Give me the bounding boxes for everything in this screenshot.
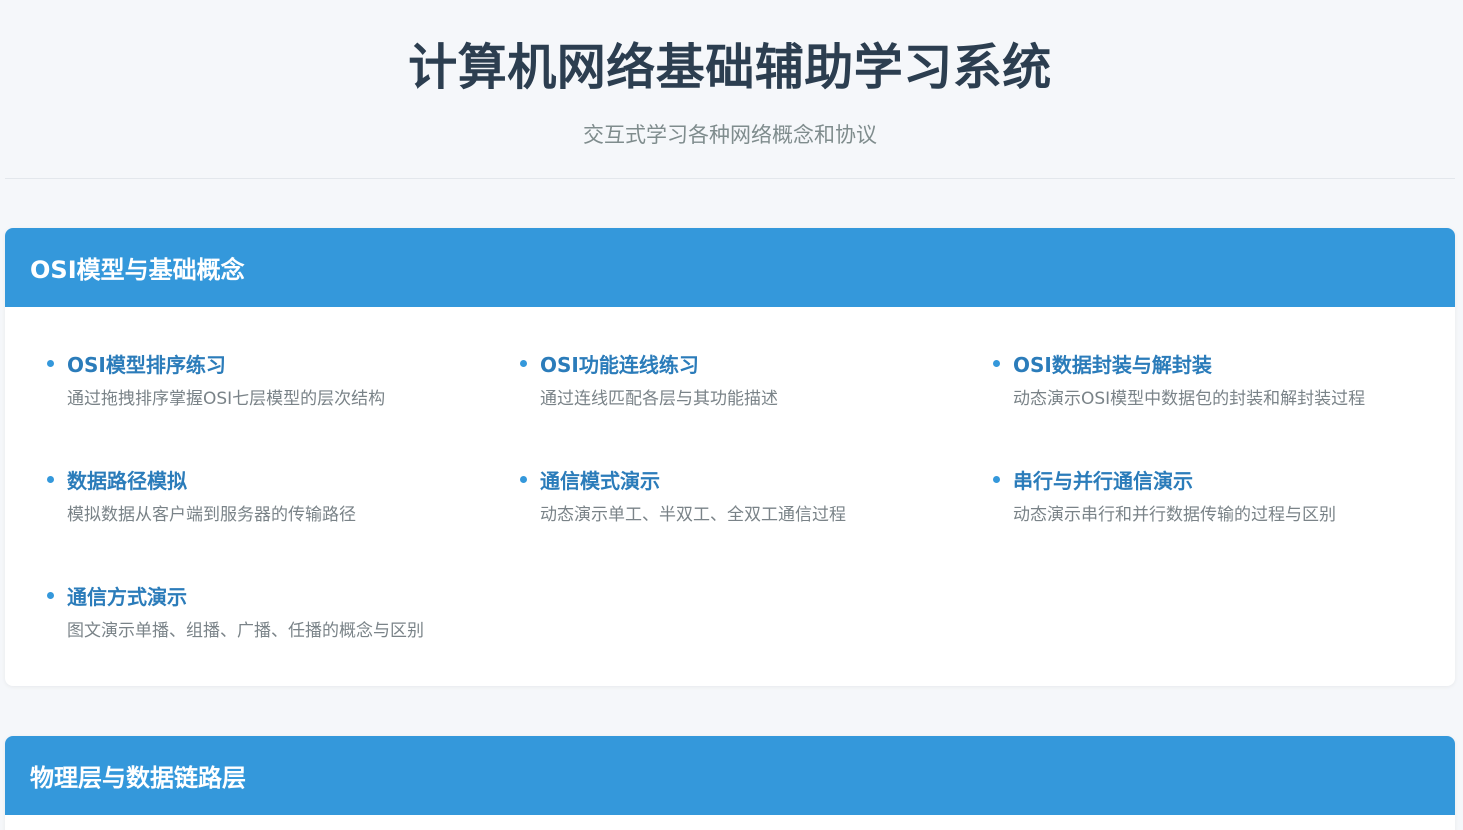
topic-grid: OSI模型排序练习 通过拖拽排序掌握OSI七层模型的层次结构 OSI功能连线练习… (5, 307, 1455, 686)
topic-data-path-simulation[interactable]: 数据路径模拟 模拟数据从客户端到服务器的传输路径 (47, 463, 520, 579)
section-osi-basics: OSI模型与基础概念 OSI模型排序练习 通过拖拽排序掌握OSI七层模型的层次结… (5, 228, 1455, 686)
section-title: 物理层与数据链路层 (30, 764, 246, 792)
bullet-icon (47, 476, 54, 483)
bullet-icon (993, 360, 1000, 367)
page-title: 计算机网络基础辅助学习系统 (408, 39, 1052, 96)
topic-link[interactable]: OSI数据封装与解封装 (1013, 351, 1433, 379)
topic-link[interactable]: 串行与并行通信演示 (1013, 467, 1433, 495)
bullet-icon (520, 360, 527, 367)
topic-description: 动态演示串行和并行数据传输的过程与区别 (1013, 505, 1336, 525)
topic-description: 图文演示单播、组播、广播、任播的概念与区别 (67, 621, 424, 641)
bullet-icon (993, 476, 1000, 483)
topic-osi-function-matching[interactable]: OSI功能连线练习 通过连线匹配各层与其功能描述 (520, 347, 993, 463)
topic-serial-parallel-demo[interactable]: 串行与并行通信演示 动态演示串行和并行数据传输的过程与区别 (993, 463, 1433, 579)
topic-link[interactable]: OSI功能连线练习 (540, 351, 993, 379)
topic-description: 模拟数据从客户端到服务器的传输路径 (67, 505, 356, 525)
topic-osi-sort-practice[interactable]: OSI模型排序练习 通过拖拽排序掌握OSI七层模型的层次结构 (47, 347, 520, 463)
topic-osi-encapsulation[interactable]: OSI数据封装与解封装 动态演示OSI模型中数据包的封装和解封装过程 (993, 347, 1433, 463)
page: 计算机网络基础辅助学习系统 交互式学习各种网络概念和协议 OSI模型与基础概念 … (0, 0, 1463, 830)
topic-description: 动态演示单工、半双工、全双工通信过程 (540, 505, 846, 525)
bullet-icon (47, 592, 54, 599)
topic-link[interactable]: 数据路径模拟 (67, 467, 520, 495)
page-header: 计算机网络基础辅助学习系统 交互式学习各种网络概念和协议 (5, 0, 1455, 179)
topic-link[interactable]: 通信方式演示 (67, 583, 520, 611)
bullet-icon (47, 360, 54, 367)
topic-cast-types-demo[interactable]: 通信方式演示 图文演示单播、组播、广播、任播的概念与区别 (47, 579, 520, 686)
topic-description: 通过连线匹配各层与其功能描述 (540, 389, 778, 409)
section-title: OSI模型与基础概念 (30, 256, 245, 284)
page-subtitle: 交互式学习各种网络概念和协议 (583, 123, 877, 147)
topic-description: 通过拖拽排序掌握OSI七层模型的层次结构 (67, 389, 386, 409)
topic-description: 动态演示OSI模型中数据包的封装和解封装过程 (1013, 389, 1366, 409)
section-physical-datalink: 物理层与数据链路层 (5, 736, 1455, 830)
topic-link[interactable]: OSI模型排序练习 (67, 351, 520, 379)
bullet-icon (520, 476, 527, 483)
section-header: 物理层与数据链路层 (5, 736, 1455, 815)
topic-link[interactable]: 通信模式演示 (540, 467, 993, 495)
topic-communication-mode-demo[interactable]: 通信模式演示 动态演示单工、半双工、全双工通信过程 (520, 463, 993, 579)
section-header: OSI模型与基础概念 (5, 228, 1455, 307)
